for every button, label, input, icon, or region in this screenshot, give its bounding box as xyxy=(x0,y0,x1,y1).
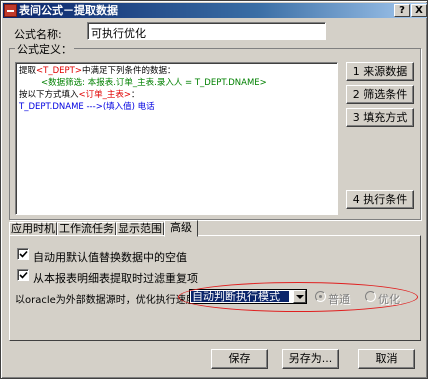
window-title: 表间公式－提取数据 xyxy=(19,4,118,17)
formula-line-1-table: <T_DEPT> xyxy=(36,66,82,76)
formula-line-4-pre: T_DEPT.DNAME ---> xyxy=(19,102,103,112)
formula-line-4: T_DEPT.DNAME --->(填入值) 电话 xyxy=(19,101,334,113)
check-icon xyxy=(19,271,28,279)
formula-editor[interactable]: 提取<T_DEPT>中满足下列条件的数据： <数据筛选: 本报表.订单_主表.录… xyxy=(15,62,338,215)
dialog-window: 表间公式－提取数据 ? X 公式名称: 可执行优化 公式定义： 提取<T_DEP… xyxy=(0,0,428,379)
radio-optimize-label: 优化 xyxy=(378,293,400,306)
formula-line-3: 按以下方式填入<订单_主表>： xyxy=(19,89,334,101)
help-button[interactable]: ? xyxy=(394,4,410,17)
formula-line-1-pre: 提取 xyxy=(19,66,37,76)
tab-timing[interactable]: 应用时机 xyxy=(9,222,57,236)
formula-line-1-post: 中满足下列条件的数据： xyxy=(81,66,176,76)
source-data-button[interactable]: 1 来源数据 xyxy=(346,62,414,81)
formula-line-1: 提取<T_DEPT>中满足下列条件的数据： xyxy=(19,65,334,77)
cancel-button[interactable]: 取消 xyxy=(358,349,415,369)
formula-name-label: 公式名称: xyxy=(14,28,62,41)
formula-name-input[interactable]: 可执行优化 xyxy=(87,22,326,40)
filter-condition-button[interactable]: 2 筛选条件 xyxy=(346,85,414,104)
formula-line-3-table: <订单_主表> xyxy=(78,90,132,100)
exec-mode-select[interactable]: 自动判断执行模式 xyxy=(189,289,307,304)
formula-line-4-post: 电话 xyxy=(134,102,155,112)
check-icon xyxy=(19,250,28,258)
default-null-label: 自动用默认值替换数据中的空值 xyxy=(33,251,187,264)
radio-dot-icon xyxy=(319,295,322,298)
formula-line-4-fill: (填入值) xyxy=(102,102,135,112)
radio-optimize[interactable] xyxy=(365,291,376,302)
filter-duplicates-label: 从本报表明细表提取时过滤重复项 xyxy=(33,272,198,285)
radio-normal-label: 普通 xyxy=(328,293,350,306)
save-as-button[interactable]: 另存为... xyxy=(282,349,339,369)
dropdown-arrow-icon[interactable] xyxy=(293,290,306,303)
formula-definition-legend: 公式定义： xyxy=(15,41,74,57)
oracle-speed-label: 以oracle为外部数据源时，优化执行速度: xyxy=(15,295,200,306)
exec-mode-value: 自动判断执行模式 xyxy=(191,291,289,302)
title-bar: 表间公式－提取数据 ? X xyxy=(3,3,427,18)
save-button[interactable]: 保存 xyxy=(211,349,268,369)
exec-condition-button[interactable]: 4 执行条件 xyxy=(346,190,414,209)
close-button[interactable]: X xyxy=(411,4,427,17)
tab-advanced[interactable]: 高级 xyxy=(164,220,198,237)
formula-line-2: <数据筛选: 本报表.订单_主表.录入人 = T_DEPT.DNAME> xyxy=(41,78,267,88)
formula-line-3-post: ： xyxy=(131,90,140,100)
fill-method-button[interactable]: 3 填充方式 xyxy=(346,108,414,127)
default-null-checkbox[interactable] xyxy=(17,248,29,260)
app-icon xyxy=(4,4,17,17)
filter-duplicates-checkbox[interactable] xyxy=(17,269,29,281)
formula-line-3-pre: 按以下方式填入 xyxy=(19,90,79,100)
tab-workflow[interactable]: 工作流任务 xyxy=(57,222,116,236)
tab-display-range[interactable]: 显示范围 xyxy=(116,222,164,236)
formula-name-value: 可执行优化 xyxy=(91,27,146,40)
radio-normal[interactable] xyxy=(315,291,326,302)
